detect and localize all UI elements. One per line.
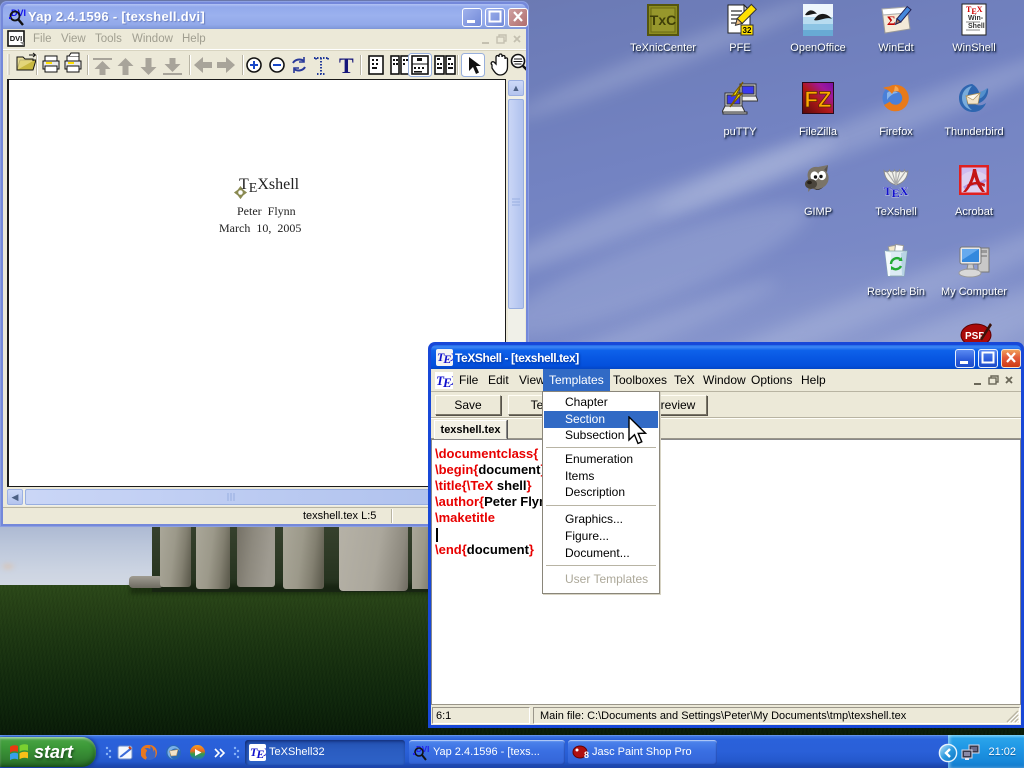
svg-text:DVI: DVI — [10, 34, 23, 43]
svg-text:TEX: TEX — [250, 745, 266, 761]
svg-text:TEX: TEX — [884, 184, 909, 198]
svg-text:Shell: Shell — [968, 23, 985, 30]
svg-text:FZ: FZ — [805, 87, 832, 112]
svg-text:32: 32 — [743, 26, 752, 35]
svg-text:Win-: Win- — [968, 15, 984, 22]
svg-text:TEX: TEX — [437, 350, 453, 366]
svg-text:TEX: TEX — [436, 373, 453, 389]
svg-text:TxC: TxC — [650, 12, 676, 28]
svg-text:8: 8 — [584, 750, 589, 760]
svg-text:T: T — [339, 53, 354, 78]
svg-text:Σ: Σ — [887, 13, 896, 28]
